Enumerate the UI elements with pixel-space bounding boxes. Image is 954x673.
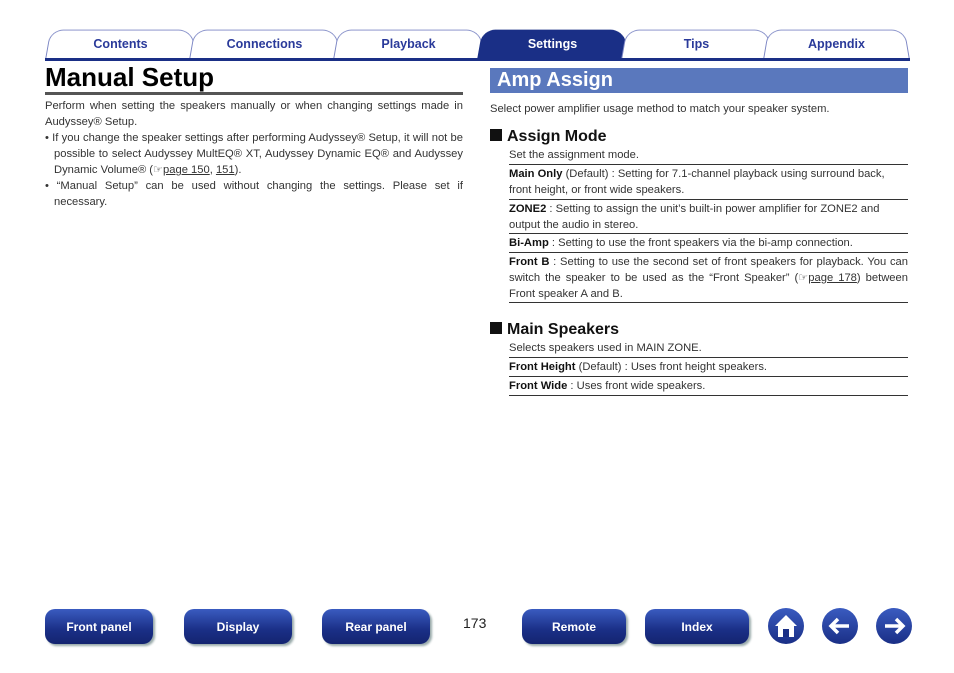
tab-tips-label[interactable]: Tips	[625, 37, 768, 51]
page-ref-icon: ☞	[153, 164, 164, 176]
page-ref-icon: ☞	[798, 272, 809, 284]
table-end-rule	[509, 302, 908, 303]
heading-text: Assign Mode	[507, 128, 607, 145]
home-icon[interactable]	[768, 608, 804, 644]
bullet-2: • “Manual Setup” can be used without cha…	[45, 180, 463, 208]
note: :	[546, 203, 556, 215]
term: Main Only	[509, 168, 563, 180]
term: Front Height	[509, 361, 576, 373]
main-speakers-heading: Main Speakers	[490, 321, 619, 339]
link-page-178[interactable]: page 178	[808, 272, 857, 284]
definition: Setting to assign the unit’s built-in po…	[509, 203, 880, 231]
bullet-text: • If you change the speaker settings aft…	[45, 132, 463, 176]
definition: Uses front height speakers.	[630, 361, 768, 373]
table-row: Front B : Setting to use the second set …	[509, 252, 908, 302]
note: :	[548, 237, 559, 249]
definition: Setting to use the front speakers via th…	[558, 237, 853, 249]
section-intro: Select power amplifier usage method to m…	[490, 103, 830, 115]
note: (Default) :	[562, 168, 618, 180]
square-bullet-icon	[490, 322, 502, 334]
table-row: Bi-Amp : Setting to use the front speake…	[509, 233, 908, 251]
intro-text: Perform when setting the speakers manual…	[45, 100, 463, 128]
table-row: Main Only (Default) : Setting for 7.1-ch…	[509, 164, 908, 198]
forward-arrow-icon[interactable]	[876, 608, 912, 644]
bullet-end: ).	[234, 164, 242, 176]
link-page-150[interactable]: page 150	[163, 164, 210, 176]
table-row: Front Wide : Uses front wide speakers.	[509, 376, 908, 394]
note: :	[549, 256, 561, 268]
assign-mode-desc: Set the assignment mode.	[509, 149, 639, 161]
display-button[interactable]: Display	[184, 609, 292, 644]
section-title: Amp Assign	[490, 68, 908, 93]
tab-appendix-label[interactable]: Appendix	[765, 37, 908, 51]
tab-settings-label[interactable]: Settings	[481, 37, 624, 51]
link-page-151[interactable]: 151	[216, 164, 235, 176]
table-end-rule	[509, 395, 908, 396]
front-panel-button[interactable]: Front panel	[45, 609, 153, 644]
tab-divider	[45, 58, 910, 61]
page-title: Manual Setup	[45, 62, 215, 92]
square-bullet-icon	[490, 129, 502, 141]
note: (Default) :	[575, 361, 631, 373]
term: Front Wide	[509, 380, 568, 392]
term: Bi-Amp	[509, 237, 549, 249]
term: ZONE2	[509, 203, 547, 215]
definition: Uses front wide speakers.	[576, 380, 706, 392]
term: Front B	[509, 256, 550, 268]
assign-mode-heading: Assign Mode	[490, 128, 607, 146]
tab-playback-label[interactable]: Playback	[337, 37, 480, 51]
remote-button[interactable]: Remote	[522, 609, 626, 644]
tab-bar: Contents Connections Playback Settings T…	[45, 27, 910, 61]
main-speakers-desc: Selects speakers used in MAIN ZONE.	[509, 342, 702, 354]
table-row: ZONE2 : Setting to assign the unit’s bui…	[509, 199, 908, 233]
index-button[interactable]: Index	[645, 609, 749, 644]
bullet-1: • If you change the speaker settings aft…	[45, 130, 463, 178]
note: :	[567, 380, 577, 392]
table-row: Front Height (Default) : Uses front heig…	[509, 357, 908, 375]
tab-connections-label[interactable]: Connections	[193, 37, 336, 51]
title-rule	[45, 92, 463, 95]
page-number: 173	[463, 615, 487, 631]
rear-panel-button[interactable]: Rear panel	[322, 609, 430, 644]
tab-contents-label[interactable]: Contents	[49, 37, 192, 51]
back-arrow-icon[interactable]	[822, 608, 858, 644]
heading-text: Main Speakers	[507, 321, 620, 338]
